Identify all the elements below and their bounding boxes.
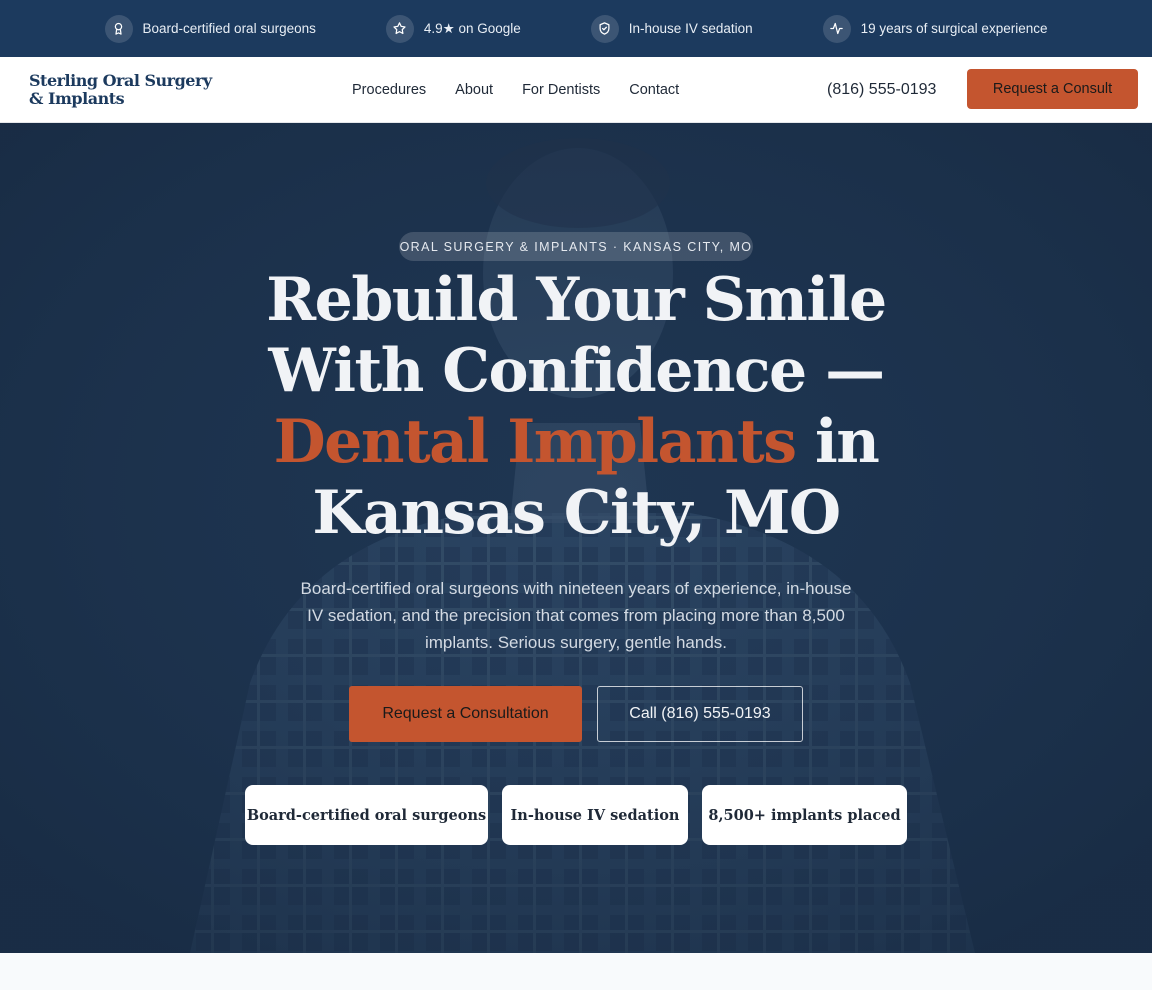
main-nav: Procedures About For Dentists Contact bbox=[352, 82, 679, 98]
hero-subtext: Board-certified oral surgeons with ninet… bbox=[300, 579, 852, 652]
trust-item-label: 19 years of surgical experience bbox=[860, 21, 1048, 36]
request-consult-button[interactable]: Request a Consult bbox=[967, 69, 1138, 109]
hero-section: ORAL SURGERY & IMPLANTS · KANSAS CITY, M… bbox=[0, 123, 1152, 953]
request-consultation-button[interactable]: Request a Consultation bbox=[349, 686, 582, 742]
logo[interactable]: Sterling Oral Surgery & Implants bbox=[29, 71, 219, 108]
award-icon bbox=[104, 14, 133, 43]
trust-item-label: In-house IV sedation bbox=[628, 21, 753, 36]
trust-item-board-certified: Board-certified oral surgeons bbox=[104, 14, 316, 43]
trust-item-google-rating: 4.9★ on Google bbox=[385, 14, 521, 43]
nav-contact[interactable]: Contact bbox=[629, 82, 679, 98]
nav-for-dentists[interactable]: For Dentists bbox=[522, 82, 600, 98]
badge-implants-placed: 8,500+ implants placed bbox=[702, 785, 907, 845]
nav-about[interactable]: About bbox=[455, 82, 493, 98]
trust-item-label: Board-certified oral surgeons bbox=[142, 21, 316, 36]
call-phone-button[interactable]: Call (816) 555-0193 bbox=[597, 686, 803, 742]
headline-accent: Dental Implants bbox=[273, 407, 797, 477]
headline-text: Rebuild Your Smile With Confidence — bbox=[266, 265, 887, 406]
site-header: Sterling Oral Surgery & Implants Procedu… bbox=[0, 57, 1152, 123]
trust-item-experience: 19 years of surgical experience bbox=[822, 14, 1048, 43]
shield-check-icon bbox=[590, 14, 619, 43]
trust-bar: Board-certified oral surgeons 4.9★ on Go… bbox=[0, 0, 1152, 57]
header-phone-link[interactable]: (816) 555-0193 bbox=[827, 81, 936, 99]
badge-iv-sedation: In-house IV sedation bbox=[502, 785, 688, 845]
trust-item-iv-sedation: In-house IV sedation bbox=[590, 14, 753, 43]
hero-eyebrow: ORAL SURGERY & IMPLANTS · KANSAS CITY, M… bbox=[399, 232, 753, 261]
activity-icon bbox=[822, 14, 851, 43]
nav-procedures[interactable]: Procedures bbox=[352, 82, 426, 98]
star-icon bbox=[385, 14, 414, 43]
badge-board-certified: Board-certified oral surgeons bbox=[245, 785, 488, 845]
hero-headline: Rebuild Your Smile With Confidence — Den… bbox=[200, 265, 952, 549]
trust-item-label: 4.9★ on Google bbox=[423, 20, 521, 36]
